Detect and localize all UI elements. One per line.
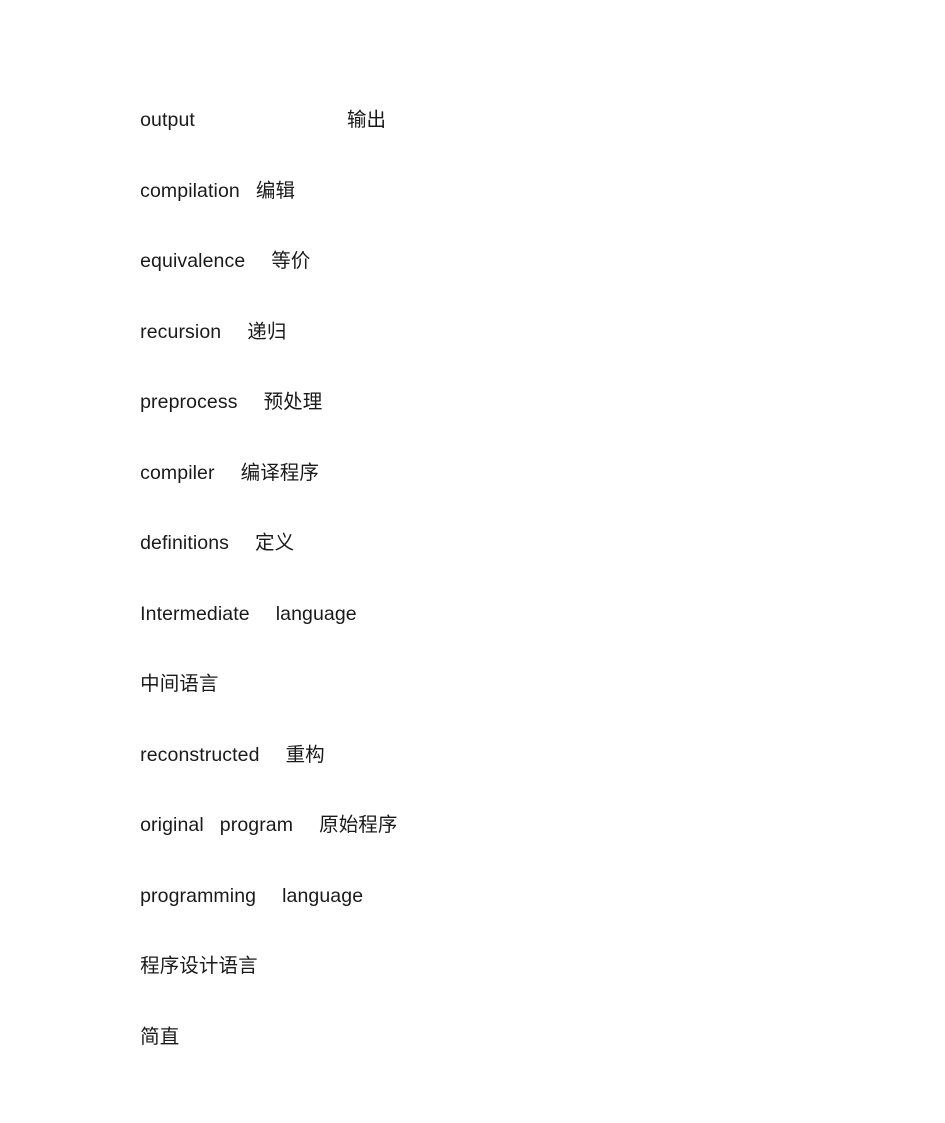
glossary-entry-compiler: compiler 编译程序 bbox=[107, 431, 867, 502]
english-term: definitions bbox=[140, 532, 230, 554]
english-term: Intermediate bbox=[140, 602, 250, 625]
glossary-entry-equivalence: equivalence 等价 bbox=[107, 219, 867, 290]
chinese-term: 中间语言 bbox=[140, 672, 219, 695]
english-term: preprocess bbox=[140, 391, 238, 413]
glossary-entry-zhongjian-yuyan: 中间语言 bbox=[107, 642, 867, 713]
english-term: output bbox=[140, 109, 195, 131]
chinese-term: 输出 bbox=[346, 108, 387, 131]
english-term: compilation bbox=[140, 179, 240, 202]
glossary-entry-recursion: recursion 递归 bbox=[107, 290, 867, 361]
glossary-entry-output: output 输出 bbox=[107, 78, 867, 149]
english-term: recursion bbox=[140, 320, 222, 343]
chinese-term: 原始程序 bbox=[319, 813, 398, 836]
glossary-entry-programming-language: programming language bbox=[107, 854, 867, 925]
glossary-entry-definitions: definitions 定义 bbox=[107, 501, 867, 572]
english-term: programming bbox=[140, 884, 257, 907]
english-term: compiler bbox=[140, 461, 215, 484]
chinese-term: 编辑 bbox=[255, 178, 296, 202]
glossary-entry-preprocess: preprocess 预处理 bbox=[107, 360, 867, 431]
chinese-term: 等价 bbox=[271, 249, 311, 272]
english-term: equivalence bbox=[140, 250, 246, 272]
english-term-second: language bbox=[275, 602, 357, 625]
english-term-second: program bbox=[219, 814, 294, 836]
chinese-term: 递归 bbox=[247, 319, 287, 343]
chinese-term: 定义 bbox=[255, 531, 295, 554]
glossary-entry-compilation: compilation 编辑 bbox=[107, 149, 867, 220]
glossary-entry-intermediate-language: Intermediate language bbox=[107, 572, 867, 643]
english-term: reconstructed bbox=[140, 743, 260, 766]
document-page: output 输出 compilation 编辑 equivalence 等价 rec… bbox=[0, 0, 945, 1123]
glossary-entry-reconstructed: reconstructed 重构 bbox=[107, 713, 867, 784]
chinese-term: 预处理 bbox=[263, 390, 323, 413]
glossary-entry-chengxu-sheji-yuyan: 程序设计语言 bbox=[107, 924, 867, 995]
chinese-term: 程序设计语言 bbox=[140, 954, 258, 977]
english-term-second: language bbox=[282, 884, 364, 907]
english-term: original bbox=[140, 814, 204, 836]
chinese-term: 简直 bbox=[140, 1024, 180, 1048]
chinese-term: 重构 bbox=[285, 742, 325, 766]
glossary-entry-jianzhi: 简直 bbox=[107, 995, 867, 1066]
chinese-term: 编译程序 bbox=[240, 460, 320, 484]
glossary-list: output 输出 compilation 编辑 equivalence 等价 rec… bbox=[107, 78, 867, 1065]
glossary-entry-original-program: original program 原始程序 bbox=[107, 783, 867, 854]
